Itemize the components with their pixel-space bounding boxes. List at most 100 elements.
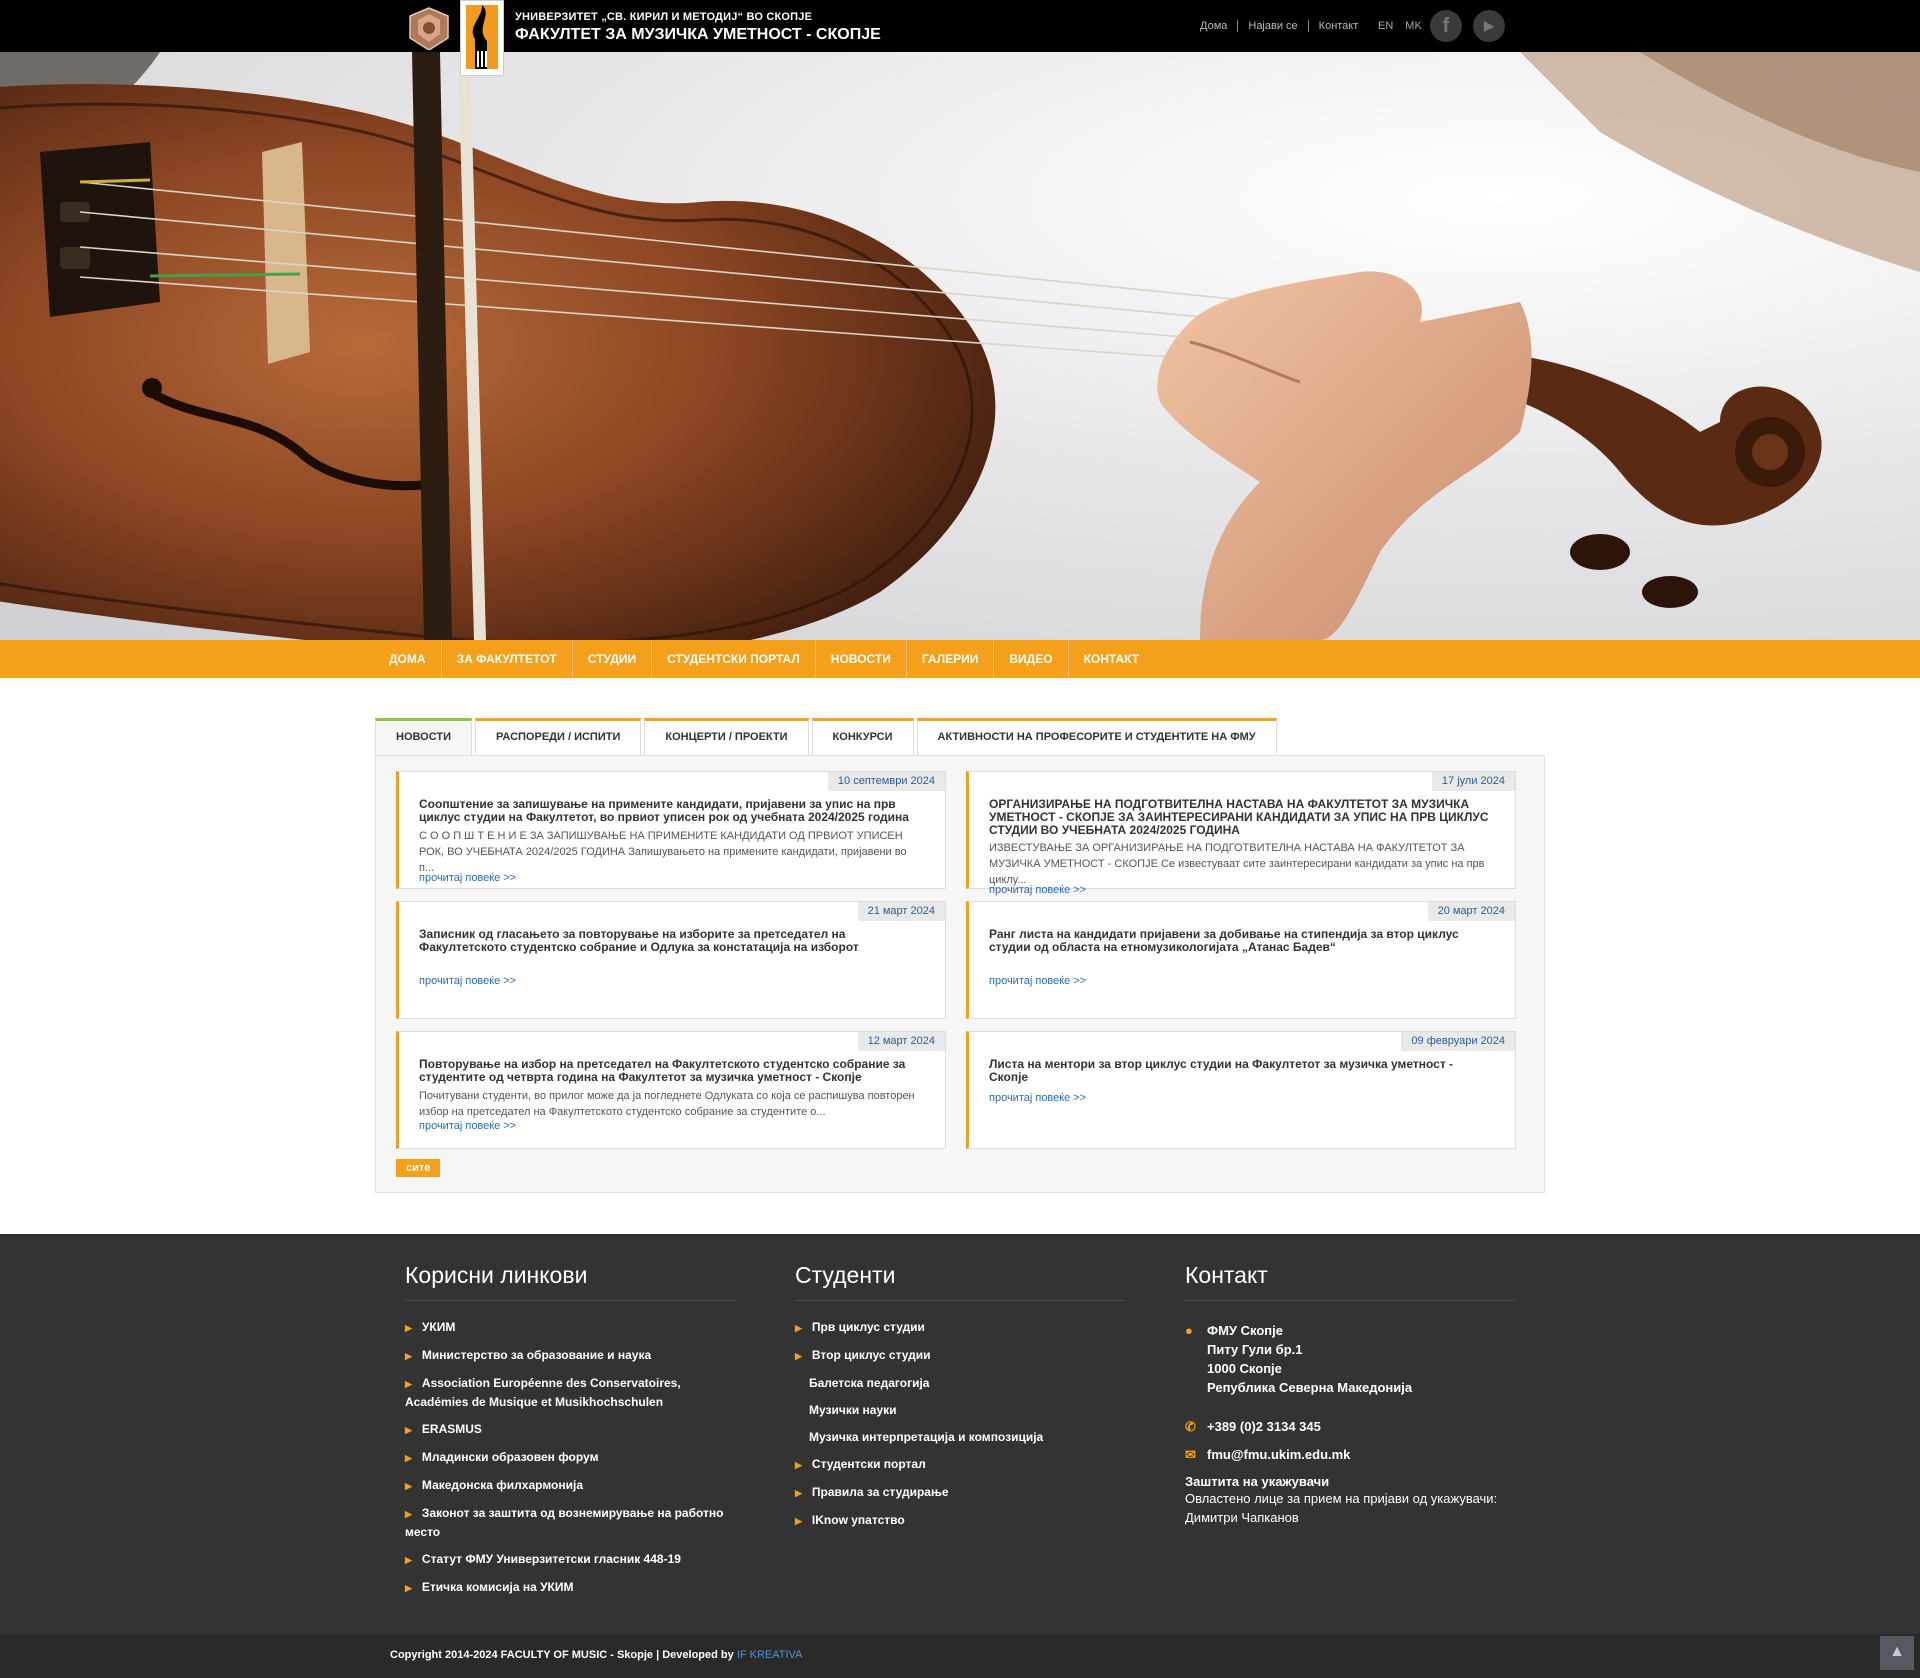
news-panel: 10 септември 2024 Соопштение за запишува…	[375, 755, 1545, 1193]
chevron-right-icon: ▶	[405, 1351, 412, 1361]
nav-home[interactable]: ДОМА	[374, 640, 442, 678]
useful-links-column: Корисни линкови ▶ УКИМ ▶ Министерство за о…	[405, 1262, 735, 1606]
news-date: 09 февруари 2024	[1401, 1032, 1515, 1051]
news-title[interactable]: Записник од гласањето за повторување на …	[419, 928, 919, 954]
tab-schedules-exams[interactable]: РАСПОРЕДИ / ИСПИТИ	[475, 718, 642, 755]
news-title[interactable]: Соопштение за запишување на примените ка…	[419, 798, 919, 824]
lang-mk[interactable]: MK	[1405, 20, 1422, 32]
news-card[interactable]: 21 март 2024 Записник од гласањето за по…	[396, 901, 946, 1019]
news-card[interactable]: 12 март 2024 Повторување на избор на пре…	[396, 1031, 946, 1149]
chevron-right-icon: ▶	[405, 1555, 412, 1565]
footer-link-philharmonic[interactable]: ▶ Македонска филхармонија	[405, 1476, 735, 1495]
footer-link-ukim[interactable]: ▶ УКИМ	[405, 1318, 735, 1337]
chevron-right-icon: ▶	[405, 1583, 412, 1593]
language-switcher: EN MK	[1378, 20, 1422, 32]
contact-column: Контакт ● ФМУ Скопје Питу Гули бр.1 1000…	[1185, 1262, 1515, 1527]
developer-link[interactable]: IF KREATIVA	[737, 1649, 803, 1661]
faculty-name[interactable]: ФАКУЛТЕТ ЗА МУЗИЧКА УМЕТНОСТ - СКОПЈЕ	[515, 26, 881, 44]
nav-video[interactable]: ВИДЕО	[994, 640, 1069, 678]
read-more-link[interactable]: прочитај повеќе >>	[419, 872, 516, 884]
top-link-home[interactable]: Дома	[1190, 20, 1237, 32]
footer-link-harassment-law[interactable]: ▶ Законот за заштита од вознемирување на …	[405, 1504, 735, 1541]
students-heading: Студенти	[795, 1262, 1125, 1301]
read-more-link[interactable]: прочитај повеќе >>	[989, 884, 1086, 896]
top-bar: УНИВЕРЗИТЕТ „СВ. КИРИЛ И МЕТОДИЈ“ ВО СКО…	[0, 0, 1920, 76]
useful-links-heading: Корисни линкови	[405, 1262, 735, 1301]
top-link-login[interactable]: Најави се	[1237, 20, 1307, 32]
news-date: 21 март 2024	[857, 902, 945, 921]
nav-student-portal[interactable]: СТУДЕНТСКИ ПОРТАЛ	[652, 640, 816, 678]
footer-link-youth-forum[interactable]: ▶ Младински образовен форум	[405, 1448, 735, 1467]
nav-news[interactable]: НОВОСТИ	[816, 640, 907, 678]
copyright-bar: Copyright 2014-2024 FACULTY OF MUSIC - S…	[0, 1634, 1920, 1678]
news-card[interactable]: 17 јули 2024 ОРГАНИЗИРАЊЕ НА ПОДГОТВИТЕЛ…	[966, 771, 1516, 896]
read-more-link[interactable]: прочитај повеќе >>	[989, 1092, 1086, 1104]
news-card[interactable]: 20 март 2024 Ранг листа на кандидати при…	[966, 901, 1516, 1019]
faculty-logo[interactable]	[460, 0, 504, 76]
nav-studies[interactable]: СТУДИИ	[573, 640, 653, 678]
all-news-button[interactable]: сите	[396, 1159, 441, 1177]
envelope-icon: ✉	[1185, 1447, 1196, 1462]
student-link-iknow[interactable]: ▶ IKnow упатство	[795, 1511, 1125, 1530]
news-excerpt: Почитувани студенти, во прилог може да ј…	[419, 1090, 915, 1118]
student-link-portal[interactable]: ▶ Студентски портал	[795, 1455, 1125, 1474]
contact-address: ● ФМУ Скопје Питу Гули бр.1 1000 Скопје …	[1185, 1323, 1413, 1395]
back-to-top-button[interactable]: ▲	[1880, 1636, 1914, 1670]
news-excerpt: С О О П Ш Т Е Н И Е ЗА ЗАПИШУВАЊЕ НА ПРИ…	[419, 830, 907, 874]
youtube-icon[interactable]: ▶	[1473, 10, 1505, 42]
map-marker-icon: ●	[1185, 1323, 1193, 1338]
read-more-link[interactable]: прочитај повеќе >>	[419, 1120, 516, 1132]
footer-link-ethics[interactable]: ▶ Етичка комисија на УКИМ	[405, 1578, 735, 1597]
facebook-icon[interactable]: f	[1430, 10, 1462, 42]
news-title[interactable]: Листа на ментори за втор циклус студии н…	[989, 1058, 1489, 1084]
news-date: 10 септември 2024	[827, 772, 945, 791]
main-navigation: ДОМА ЗА ФАКУЛТЕТОТ СТУДИИ СТУДЕНТСКИ ПОР…	[0, 640, 1920, 678]
contact-email[interactable]: ✉ fmu@fmu.ukim.edu.mk	[1185, 1445, 1515, 1464]
chevron-right-icon: ▶	[795, 1460, 802, 1470]
tab-news[interactable]: НОВОСТИ	[375, 718, 473, 756]
student-link-first-cycle[interactable]: ▶ Прв циклус студии	[795, 1318, 1125, 1337]
nav-contact[interactable]: КОНТАКТ	[1069, 640, 1155, 678]
news-title[interactable]: ОРГАНИЗИРАЊЕ НА ПОДГОТВИТЕЛНА НАСТАВА НА…	[989, 798, 1489, 837]
top-link-contact[interactable]: Контакт	[1307, 20, 1369, 32]
chevron-right-icon: ▶	[405, 1509, 412, 1519]
footer-link-erasmus[interactable]: ▶ ERASMUS	[405, 1420, 735, 1439]
read-more-link[interactable]: прочитај повеќе >>	[419, 975, 516, 987]
chevron-right-icon: ▶	[795, 1351, 802, 1361]
copyright-text: Copyright 2014-2024 FACULTY OF MUSIC - S…	[390, 1649, 803, 1661]
student-link-rules[interactable]: ▶ Правила за студирање	[795, 1483, 1125, 1502]
student-link-ballet[interactable]: Балетска педагогија	[795, 1374, 1125, 1392]
footer-link-statute[interactable]: ▶ Статут ФМУ Универзитетски гласник 448-1…	[405, 1550, 735, 1569]
lang-en[interactable]: EN	[1378, 20, 1393, 32]
chevron-right-icon: ▶	[405, 1323, 412, 1333]
contact-phone[interactable]: ✆ +389 (0)2 3134 345	[1185, 1417, 1515, 1436]
tab-concerts-projects[interactable]: КОНЦЕРТИ / ПРОЕКТИ	[644, 718, 809, 755]
student-link-second-cycle[interactable]: ▶ Втор циклус студии	[795, 1346, 1125, 1365]
students-column: Студенти ▶ Прв циклус студии ▶ Втор циклус…	[795, 1262, 1125, 1539]
news-excerpt: ИЗВЕСТУВАЊЕ ЗА ОРГАНИЗИРАЊЕ НА ПОДГОТВИТ…	[989, 842, 1485, 886]
news-date: 12 март 2024	[857, 1032, 945, 1051]
chevron-right-icon: ▶	[405, 1453, 412, 1463]
chevron-right-icon: ▶	[795, 1516, 802, 1526]
tab-activities[interactable]: АКТИВНОСТИ НА ПРОФЕСОРИТЕ И СТУДЕНТИТЕ Н…	[916, 718, 1277, 755]
nav-galleries[interactable]: ГАЛЕРИИ	[907, 640, 995, 678]
contact-heading: Контакт	[1185, 1262, 1515, 1301]
news-title[interactable]: Повторување на избор на претседател на Ф…	[419, 1058, 919, 1084]
news-card[interactable]: 10 септември 2024 Соопштение за запишува…	[396, 771, 946, 889]
read-more-link[interactable]: прочитај повеќе >>	[989, 975, 1086, 987]
university-emblem-logo[interactable]	[404, 6, 454, 50]
chevron-right-icon: ▶	[795, 1488, 802, 1498]
news-title[interactable]: Ранг листа на кандидати пријавени за доб…	[989, 928, 1489, 954]
news-card[interactable]: 09 февруари 2024 Листа на ментори за вто…	[966, 1031, 1516, 1149]
news-date: 20 март 2024	[1427, 902, 1515, 921]
tab-competitions[interactable]: КОНКУРСИ	[811, 718, 914, 755]
chevron-right-icon: ▶	[405, 1379, 412, 1389]
whistleblower-person: Димитри Чапканов	[1185, 1510, 1299, 1525]
footer-link-ministry[interactable]: ▶ Министерство за образование и наука	[405, 1346, 735, 1365]
student-link-music-sciences[interactable]: Музички науки	[795, 1401, 1125, 1419]
footer: Корисни линкови ▶ УКИМ ▶ Министерство за о…	[0, 1234, 1920, 1634]
top-links: Дома Најави се Контакт	[1190, 20, 1368, 32]
student-link-interpretation[interactable]: Музичка интерпретација и композиција	[795, 1428, 1125, 1446]
footer-link-aec[interactable]: ▶ Association Européenne des Conservatoir…	[405, 1374, 735, 1411]
nav-about[interactable]: ЗА ФАКУЛТЕТОТ	[442, 640, 573, 678]
